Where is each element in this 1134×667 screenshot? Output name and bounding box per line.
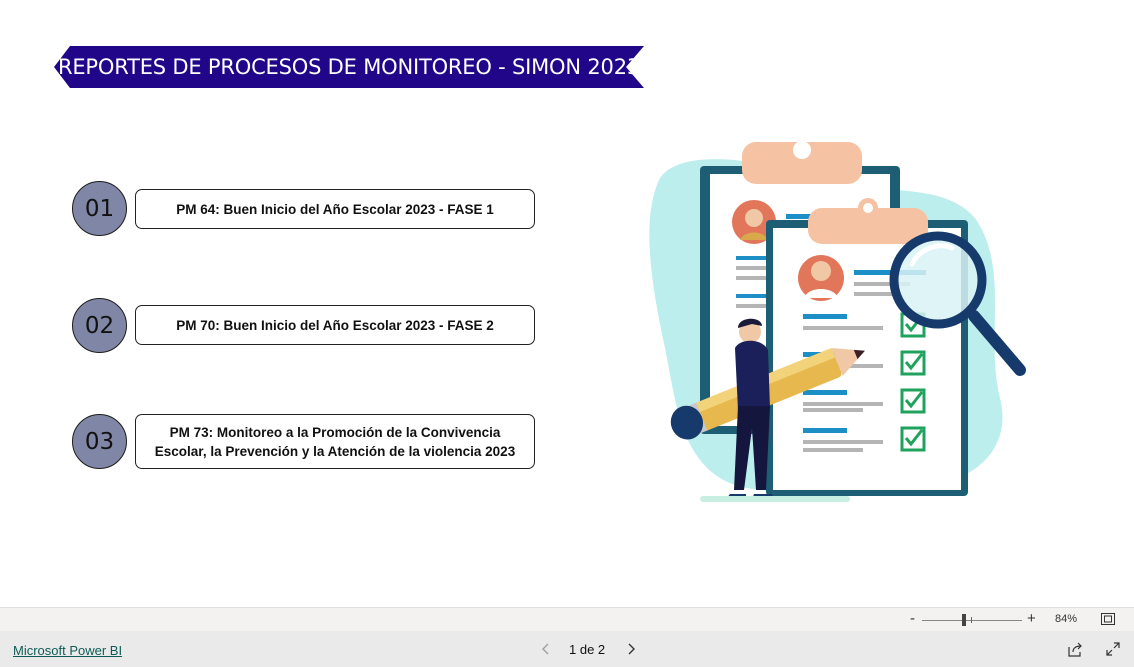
expand-icon[interactable] xyxy=(1106,642,1120,656)
zoom-strip: - + 84% xyxy=(0,607,1134,631)
item-number-03[interactable]: 03 xyxy=(72,414,127,469)
item-button-pm73[interactable]: PM 73: Monitoreo a la Promoción de la Co… xyxy=(135,414,535,469)
fit-to-page-icon[interactable] xyxy=(1101,613,1115,625)
zoom-slider-thumb[interactable] xyxy=(962,614,966,626)
zoom-in-button[interactable]: + xyxy=(1027,610,1036,627)
zoom-out-button[interactable]: - xyxy=(910,610,915,627)
clipboard-checklist-illustration xyxy=(640,138,1030,506)
item-button-pm70[interactable]: PM 70: Buen Inicio del Año Escolar 2023 … xyxy=(135,305,535,345)
share-icon[interactable] xyxy=(1067,642,1083,657)
report-canvas: REPORTES DE PROCESOS DE MONITOREO - SIMO… xyxy=(0,0,1134,607)
chevron-right-icon[interactable] xyxy=(625,642,637,656)
item-number-02[interactable]: 02 xyxy=(72,298,127,353)
page-indicator: 1 de 2 xyxy=(569,642,606,657)
power-bi-link[interactable]: Microsoft Power BI xyxy=(13,643,122,658)
title-ribbon: REPORTES DE PROCESOS DE MONITOREO - SIMO… xyxy=(54,46,644,88)
zoom-slider-midmark xyxy=(971,617,972,623)
footer-bar: Microsoft Power BI 1 de 2 xyxy=(0,631,1134,667)
chevron-left-icon[interactable] xyxy=(540,642,552,656)
zoom-slider-track[interactable] xyxy=(922,620,1022,621)
item-button-pm64[interactable]: PM 64: Buen Inicio del Año Escolar 2023 … xyxy=(135,189,535,229)
item-number-01[interactable]: 01 xyxy=(72,181,127,236)
illustration-svg xyxy=(649,141,1026,502)
zoom-value: 84% xyxy=(1055,613,1078,625)
page-title: REPORTES DE PROCESOS DE MONITOREO - SIMO… xyxy=(57,55,641,79)
